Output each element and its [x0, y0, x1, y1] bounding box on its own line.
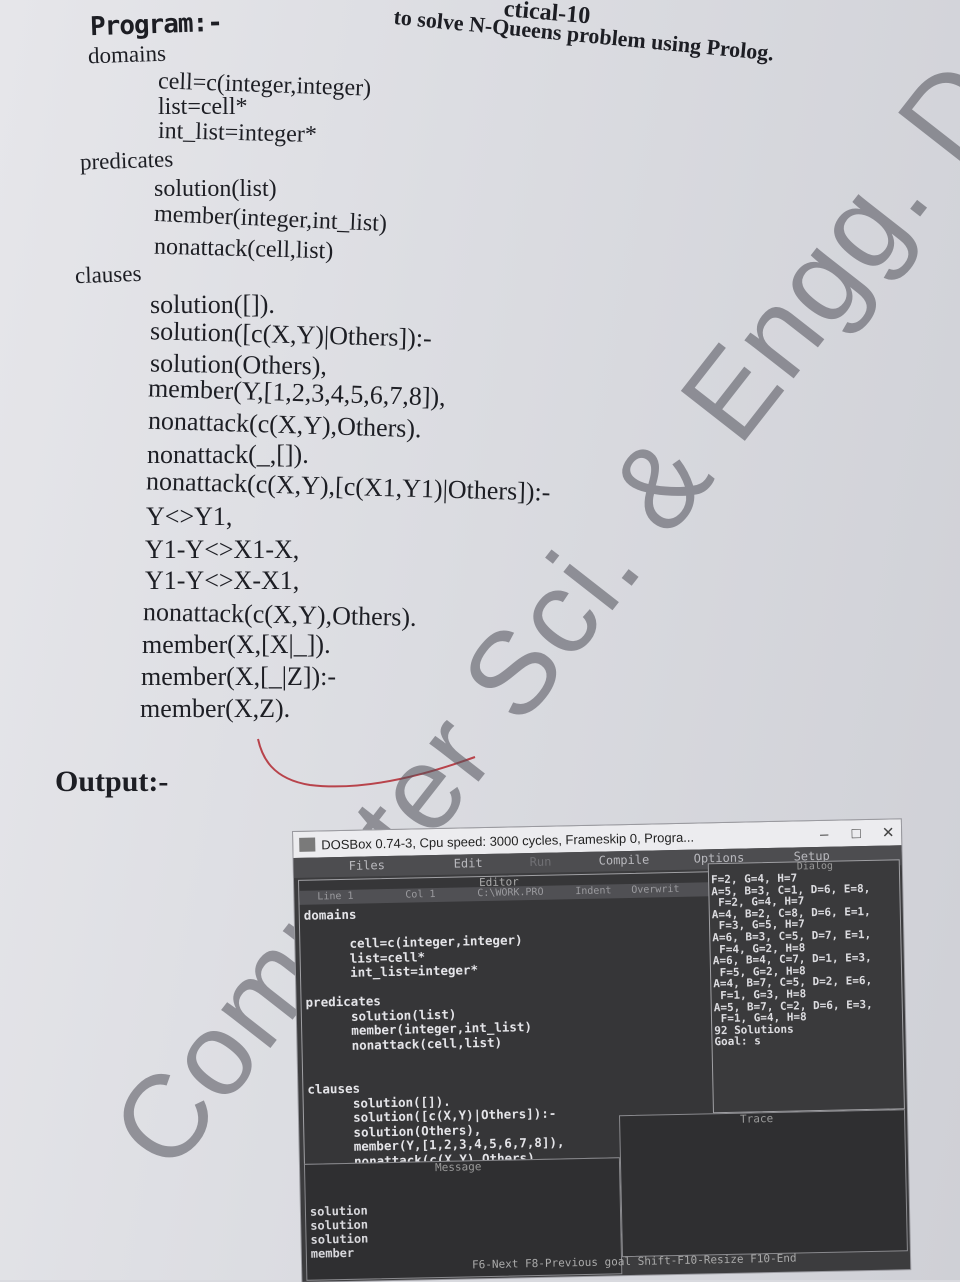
- predicate-line: nonattack(cell,list): [153, 233, 334, 265]
- predicate-line: member(integer,int_list): [153, 200, 388, 238]
- trace-title: Trace: [739, 1112, 774, 1126]
- editor-status-line: Line 1 Col 1 C:\WORK.PRO Indent Overwrit: [299, 882, 710, 905]
- dosbox-window: DOSBox 0.74-3, Cpu speed: 3000 cycles, F…: [293, 819, 911, 1282]
- dialog-title: Dialog: [796, 860, 834, 873]
- predicates-label: predicates: [79, 146, 174, 175]
- editor-overwrite-flag: Overwrit: [631, 883, 680, 896]
- domain-line: list=cell*: [158, 94, 248, 120]
- minimize-icon[interactable]: –: [811, 825, 837, 843]
- clauses-label: clauses: [74, 260, 142, 289]
- editor-line-indicator: Line 1: [317, 890, 354, 903]
- clause-line: nonattack(_,[]).: [147, 440, 309, 469]
- dialog-pane[interactable]: Dialog F=2, G=4, H=7 A=5, B=3, C=1, D=6,…: [707, 859, 905, 1114]
- trace-pane: Trace: [619, 1109, 908, 1258]
- clause-line: Y1-Y<>X-X1,: [145, 566, 300, 595]
- clause-line: member(X,[_|Z]):-: [141, 662, 337, 691]
- clause-line: nonattack(c(X,Y),Others).: [147, 405, 423, 444]
- output-label: Output:-: [55, 765, 169, 798]
- editor-col-indicator: Col 1: [405, 889, 436, 901]
- dialog-output: F=2, G=4, H=7 A=5, B=3, C=1, D=6, E=8, F…: [710, 871, 873, 1049]
- editor-indent-flag: Indent: [575, 885, 612, 898]
- clause-line: member(X,Z).: [140, 694, 291, 723]
- predicate-line: solution(list): [154, 176, 277, 202]
- close-icon[interactable]: ✕: [875, 823, 901, 842]
- editor-source-code: domains cell=c(integer,integer) list=cel…: [303, 906, 565, 1170]
- program-label: Program:-: [89, 7, 223, 43]
- clause-line: nonattack(c(X,Y),Others).: [142, 597, 417, 632]
- editor-file-name: C:\WORK.PRO: [477, 886, 544, 900]
- clause-line: solution([c(X,Y)|Others]):-: [149, 316, 433, 353]
- menu-edit[interactable]: Edit: [454, 856, 483, 871]
- domains-label: domains: [87, 40, 167, 69]
- menu-run[interactable]: Run: [530, 855, 552, 869]
- maximize-icon[interactable]: □: [843, 824, 869, 842]
- message-output: solution solution solution member: [309, 1203, 369, 1261]
- dosbox-app-icon: [299, 837, 316, 852]
- clause-line: member(X,[X|_]).: [142, 630, 331, 659]
- clause-line: Y1-Y<>X1-X,: [145, 535, 300, 564]
- menu-files[interactable]: Files: [349, 858, 385, 873]
- domain-line: int_list=integer*: [157, 117, 318, 149]
- clause-line: solution([]).: [150, 290, 275, 319]
- message-title: Message: [434, 1160, 482, 1175]
- document-page: ctical-10 to solve N-Queens problem usin…: [0, 0, 960, 1282]
- clause-line: Y<>Y1,: [146, 502, 233, 531]
- menu-compile[interactable]: Compile: [599, 853, 650, 868]
